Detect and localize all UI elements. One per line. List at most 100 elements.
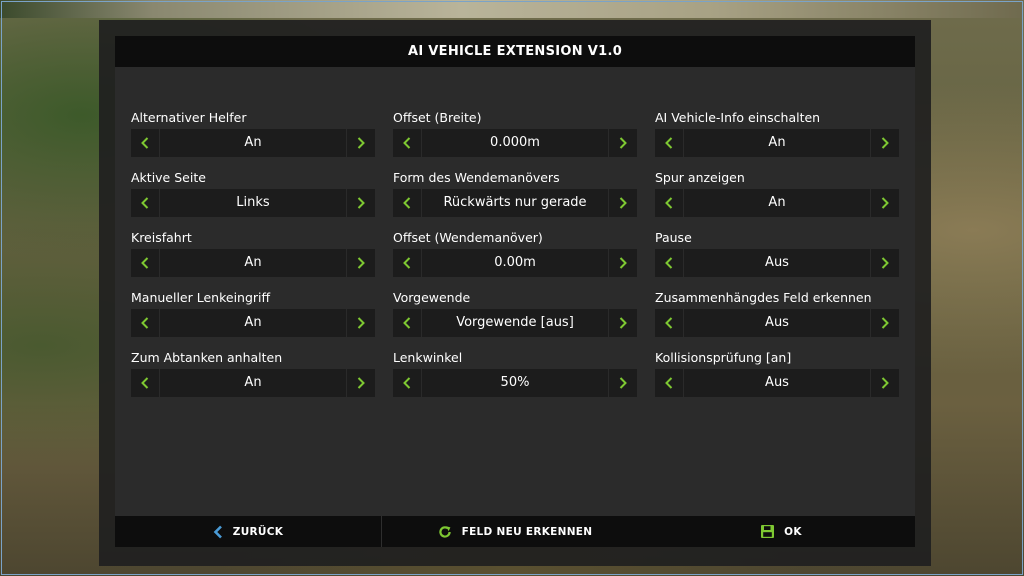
chevron-left-icon	[141, 374, 149, 393]
prev-option-button[interactable]	[393, 369, 421, 397]
setting-vorgewende: Vorgewende Vorgewende [aus]	[393, 289, 637, 337]
prev-option-button[interactable]	[131, 129, 159, 157]
setting-kreisfahrt: Kreisfahrt An	[131, 229, 375, 277]
dialog-footer: ZURÜCK FELD NEU ERKENNEN OK	[115, 516, 915, 547]
chevron-right-icon	[357, 314, 365, 333]
settings-content: Alternativer Helfer An Aktive Seite Link…	[115, 67, 915, 516]
option-selector[interactable]: Links	[131, 189, 375, 217]
chevron-left-icon	[403, 374, 411, 393]
setting-zusammenhaengendes-feld: Zusammenhängdes Feld erkennen Aus	[655, 289, 899, 337]
prev-option-button[interactable]	[655, 369, 683, 397]
chevron-left-icon	[665, 194, 673, 213]
setting-label: Aktive Seite	[131, 170, 206, 185]
setting-value: Aus	[765, 375, 789, 390]
option-selector[interactable]: An	[131, 309, 375, 337]
next-option-button[interactable]	[347, 369, 375, 397]
prev-option-button[interactable]	[131, 309, 159, 337]
chevron-right-icon	[357, 134, 365, 153]
next-option-button[interactable]	[347, 249, 375, 277]
setting-value: Links	[236, 195, 270, 210]
setting-label: Pause	[655, 230, 692, 245]
next-option-button[interactable]	[609, 189, 637, 217]
setting-value: An	[768, 135, 786, 150]
next-option-button[interactable]	[609, 249, 637, 277]
prev-option-button[interactable]	[131, 189, 159, 217]
option-selector[interactable]: Rückwärts nur gerade	[393, 189, 637, 217]
setting-label: Spur anzeigen	[655, 170, 745, 185]
setting-value: 50%	[500, 375, 530, 390]
back-button[interactable]: ZURÜCK	[115, 516, 381, 547]
save-icon	[761, 525, 775, 538]
next-option-button[interactable]	[347, 189, 375, 217]
next-option-button[interactable]	[871, 309, 899, 337]
option-selector[interactable]: An	[655, 189, 899, 217]
option-selector[interactable]: Aus	[655, 249, 899, 277]
refresh-icon	[438, 525, 452, 539]
setting-label: Zusammenhängdes Feld erkennen	[655, 290, 872, 305]
next-option-button[interactable]	[871, 369, 899, 397]
setting-label: Alternativer Helfer	[131, 110, 247, 125]
option-selector[interactable]: 0.00m	[393, 249, 637, 277]
background-horizon	[0, 0, 1024, 18]
chevron-right-icon	[881, 254, 889, 273]
setting-offset-breite: Offset (Breite) 0.000m	[393, 109, 637, 157]
prev-option-button[interactable]	[655, 129, 683, 157]
prev-option-button[interactable]	[131, 369, 159, 397]
rescan-field-label: FELD NEU ERKENNEN	[461, 525, 593, 538]
next-option-button[interactable]	[871, 129, 899, 157]
setting-kollisionspruefung: Kollisionsprüfung [an] Aus	[655, 349, 899, 397]
setting-value: An	[244, 255, 262, 270]
setting-label: Manueller Lenkeingriff	[131, 290, 271, 305]
next-option-button[interactable]	[609, 129, 637, 157]
setting-zum-abtanken-anhalten: Zum Abtanken anhalten An	[131, 349, 375, 397]
chevron-right-icon	[619, 194, 627, 213]
back-button-label: ZURÜCK	[232, 525, 284, 538]
prev-option-button[interactable]	[655, 189, 683, 217]
rescan-field-button[interactable]: FELD NEU ERKENNEN	[382, 516, 648, 547]
setting-spur-anzeigen: Spur anzeigen An	[655, 169, 899, 217]
prev-option-button[interactable]	[393, 249, 421, 277]
chevron-right-icon	[881, 134, 889, 153]
option-selector[interactable]: An	[131, 129, 375, 157]
next-option-button[interactable]	[609, 369, 637, 397]
option-selector[interactable]: 50%	[393, 369, 637, 397]
setting-manueller-lenkeingriff: Manueller Lenkeingriff An	[131, 289, 375, 337]
chevron-right-icon	[619, 374, 627, 393]
chevron-left-icon	[665, 254, 673, 273]
next-option-button[interactable]	[609, 309, 637, 337]
option-selector[interactable]: 0.000m	[393, 129, 637, 157]
setting-value: An	[244, 135, 262, 150]
chevron-left-icon	[141, 194, 149, 213]
prev-option-button[interactable]	[393, 129, 421, 157]
prev-option-button[interactable]	[655, 309, 683, 337]
option-selector[interactable]: An	[655, 129, 899, 157]
next-option-button[interactable]	[871, 249, 899, 277]
next-option-button[interactable]	[347, 309, 375, 337]
setting-lenkwinkel: Lenkwinkel 50%	[393, 349, 637, 397]
setting-offset-wendemanoever: Offset (Wendemanöver) 0.00m	[393, 229, 637, 277]
setting-value: 0.000m	[490, 135, 540, 150]
setting-value: An	[244, 375, 262, 390]
prev-option-button[interactable]	[393, 189, 421, 217]
chevron-right-icon	[619, 314, 627, 333]
option-selector[interactable]: Aus	[655, 309, 899, 337]
next-option-button[interactable]	[347, 129, 375, 157]
option-selector[interactable]: An	[131, 249, 375, 277]
chevron-right-icon	[881, 314, 889, 333]
chevron-right-icon	[357, 374, 365, 393]
chevron-left-icon	[141, 314, 149, 333]
chevron-left-icon	[403, 194, 411, 213]
option-selector[interactable]: Aus	[655, 369, 899, 397]
prev-option-button[interactable]	[131, 249, 159, 277]
setting-label: Lenkwinkel	[393, 350, 463, 365]
chevron-left-icon	[141, 134, 149, 153]
setting-value: 0.00m	[494, 255, 536, 270]
next-option-button[interactable]	[871, 189, 899, 217]
prev-option-button[interactable]	[655, 249, 683, 277]
setting-pause: Pause Aus	[655, 229, 899, 277]
setting-ai-vehicle-info: AI Vehicle-Info einschalten An	[655, 109, 899, 157]
option-selector[interactable]: An	[131, 369, 375, 397]
option-selector[interactable]: Vorgewende [aus]	[393, 309, 637, 337]
prev-option-button[interactable]	[393, 309, 421, 337]
ok-button[interactable]: OK	[648, 516, 915, 547]
